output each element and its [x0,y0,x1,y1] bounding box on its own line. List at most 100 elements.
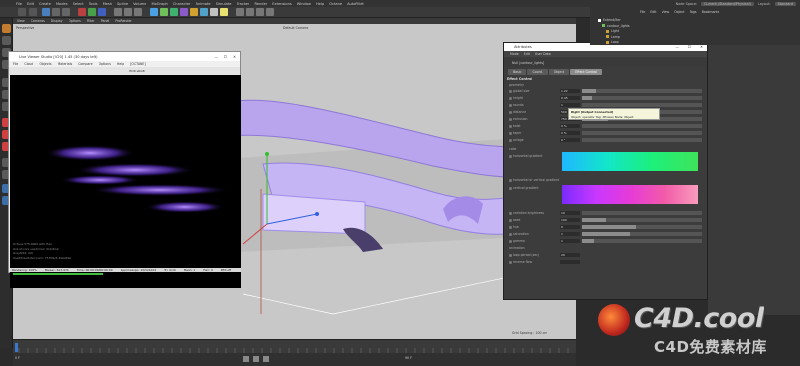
camera-icon[interactable] [210,8,218,16]
parameter-slider[interactable] [582,95,702,101]
tab-object[interactable]: Object [548,69,570,75]
layout-dropdown[interactable]: Standard [774,1,796,6]
menu-item[interactable]: Tracker [237,2,250,6]
status-item[interactable]: Time: 00:00:00/00:00:00 [77,268,113,272]
menu-item[interactable]: Volume [133,2,146,6]
object-list-item[interactable]: Loop [606,40,619,44]
parameter-value-field[interactable]: 1 [560,102,580,108]
parameter-value-field[interactable]: 0 % [560,130,580,136]
rotate-tool-icon[interactable] [62,8,70,16]
parameter-slider[interactable] [582,210,702,216]
subdivision-icon[interactable] [170,8,178,16]
octane-settings-icon[interactable] [246,8,254,16]
object-manager-menu-item[interactable]: File [640,10,645,14]
object-manager-menu-item[interactable]: Bookmarks [702,10,720,14]
live-viewer-menu-item[interactable]: Objects [39,62,51,66]
viewport-menu-item[interactable]: Cameras [31,19,45,23]
parameter-value-field[interactable]: 0 [560,224,580,230]
object-list-item[interactable]: Light [606,29,619,33]
parameter-slider[interactable] [582,102,702,108]
make-editable-icon[interactable] [2,24,11,33]
parameter-value-field[interactable]: 1 [560,238,580,244]
status-item[interactable]: Mesh: 1 [184,268,195,272]
status-item[interactable]: Ms/sec: 613.974 [45,268,69,272]
parameter-slider[interactable] [582,224,702,230]
parameter-slider[interactable] [582,217,702,223]
floor-icon[interactable] [200,8,208,16]
viewport-menu-item[interactable]: View [17,19,25,23]
animate-keyframe-icon[interactable] [509,261,512,264]
animate-keyframe-icon[interactable] [509,233,512,236]
redo-icon[interactable] [29,8,37,16]
animate-keyframe-icon[interactable] [509,111,512,114]
object-list-item[interactable]: contour_lights [602,24,630,28]
render-view-icon[interactable] [114,8,122,16]
current-frame-field[interactable]: 0 F [15,356,20,360]
animate-keyframe-icon[interactable] [509,118,512,121]
render-picture-viewer-icon[interactable] [124,8,132,16]
horizontal-gradient-swatch[interactable] [562,152,698,171]
x-axis-icon[interactable] [78,8,86,16]
menu-item[interactable]: MoGraph [151,2,167,6]
animate-keyframe-icon[interactable] [509,219,512,222]
animate-keyframe-icon[interactable] [509,179,512,182]
animate-keyframe-icon[interactable] [509,254,512,257]
parameter-slider[interactable] [582,238,702,244]
parameter-slider[interactable] [582,231,702,237]
timeline-ruler[interactable] [13,339,576,353]
maximize-icon[interactable]: ☐ [224,55,227,59]
close-icon[interactable]: ✕ [700,45,703,49]
live-viewer-menu-item[interactable]: Options [99,62,111,66]
object-manager-menu-item[interactable]: Edit [650,10,656,14]
minimize-icon[interactable]: — [214,55,218,59]
status-item[interactable]: Spp/maxspp: 1024/1024 [121,268,157,272]
group-animation[interactable]: animation [509,246,525,250]
parameter-value-field[interactable] [560,259,580,265]
render-settings-icon[interactable] [134,8,142,16]
object-manager-menu-item[interactable]: Tags [690,10,697,14]
animate-keyframe-icon[interactable] [509,155,512,158]
live-viewer-menu-item[interactable]: Cloud [24,62,33,66]
viewport-menu-item[interactable]: Display [51,19,63,23]
color-mode-dropdown[interactable]: HDR sRGB [129,69,145,73]
status-item[interactable]: Rendering: 100% [12,268,37,272]
menu-item[interactable]: Mesh [103,2,112,6]
menu-item[interactable]: Character [173,2,191,6]
menu-item[interactable]: Simulate [216,2,232,6]
parameter-value-field[interactable]: 100 [560,217,580,223]
octane-icon[interactable] [236,8,244,16]
close-icon[interactable]: ✕ [233,55,236,59]
parameter-value-field[interactable]: 0 ° [560,137,580,143]
attributes-menu-item[interactable]: Mode [510,52,519,56]
animate-keyframe-icon[interactable] [509,132,512,135]
vertical-gradient-swatch[interactable] [562,185,698,204]
cloner-icon[interactable] [180,8,188,16]
maximize-icon[interactable]: ☐ [688,45,691,49]
parameter-slider[interactable] [582,88,702,94]
octane-material-icon[interactable] [256,8,264,16]
tab-effect-control[interactable]: Effect Control [570,69,602,75]
menu-item[interactable]: Extensions [272,2,292,6]
object-list-item[interactable]: Lamp [606,35,620,39]
animate-keyframe-icon[interactable] [509,187,512,190]
animate-keyframe-icon[interactable] [509,90,512,93]
tab-basic[interactable]: Basic [508,69,527,75]
parameter-value-field[interactable]: 0 % [560,123,580,129]
parameter-value-field[interactable]: 20 [560,252,580,258]
menu-item[interactable]: Tools [89,2,98,6]
animate-keyframe-icon[interactable] [509,139,512,142]
viewport-menu-item[interactable]: Panel [101,19,110,23]
deformer-icon[interactable] [190,8,198,16]
cube-icon[interactable] [150,8,158,16]
menu-item[interactable]: Spline [117,2,128,6]
attributes-menu-item[interactable]: User Data [535,52,551,56]
animate-keyframe-icon[interactable] [509,212,512,215]
object-manager-menu-item[interactable]: View [662,10,670,14]
parameter-slider[interactable] [582,130,702,136]
parameter-slider[interactable] [582,137,702,143]
group-geometry[interactable]: geometry [509,83,524,87]
pen-icon[interactable] [160,8,168,16]
menu-item[interactable]: File [16,2,22,6]
play-button[interactable] [243,356,249,362]
animate-keyframe-icon[interactable] [509,240,512,243]
